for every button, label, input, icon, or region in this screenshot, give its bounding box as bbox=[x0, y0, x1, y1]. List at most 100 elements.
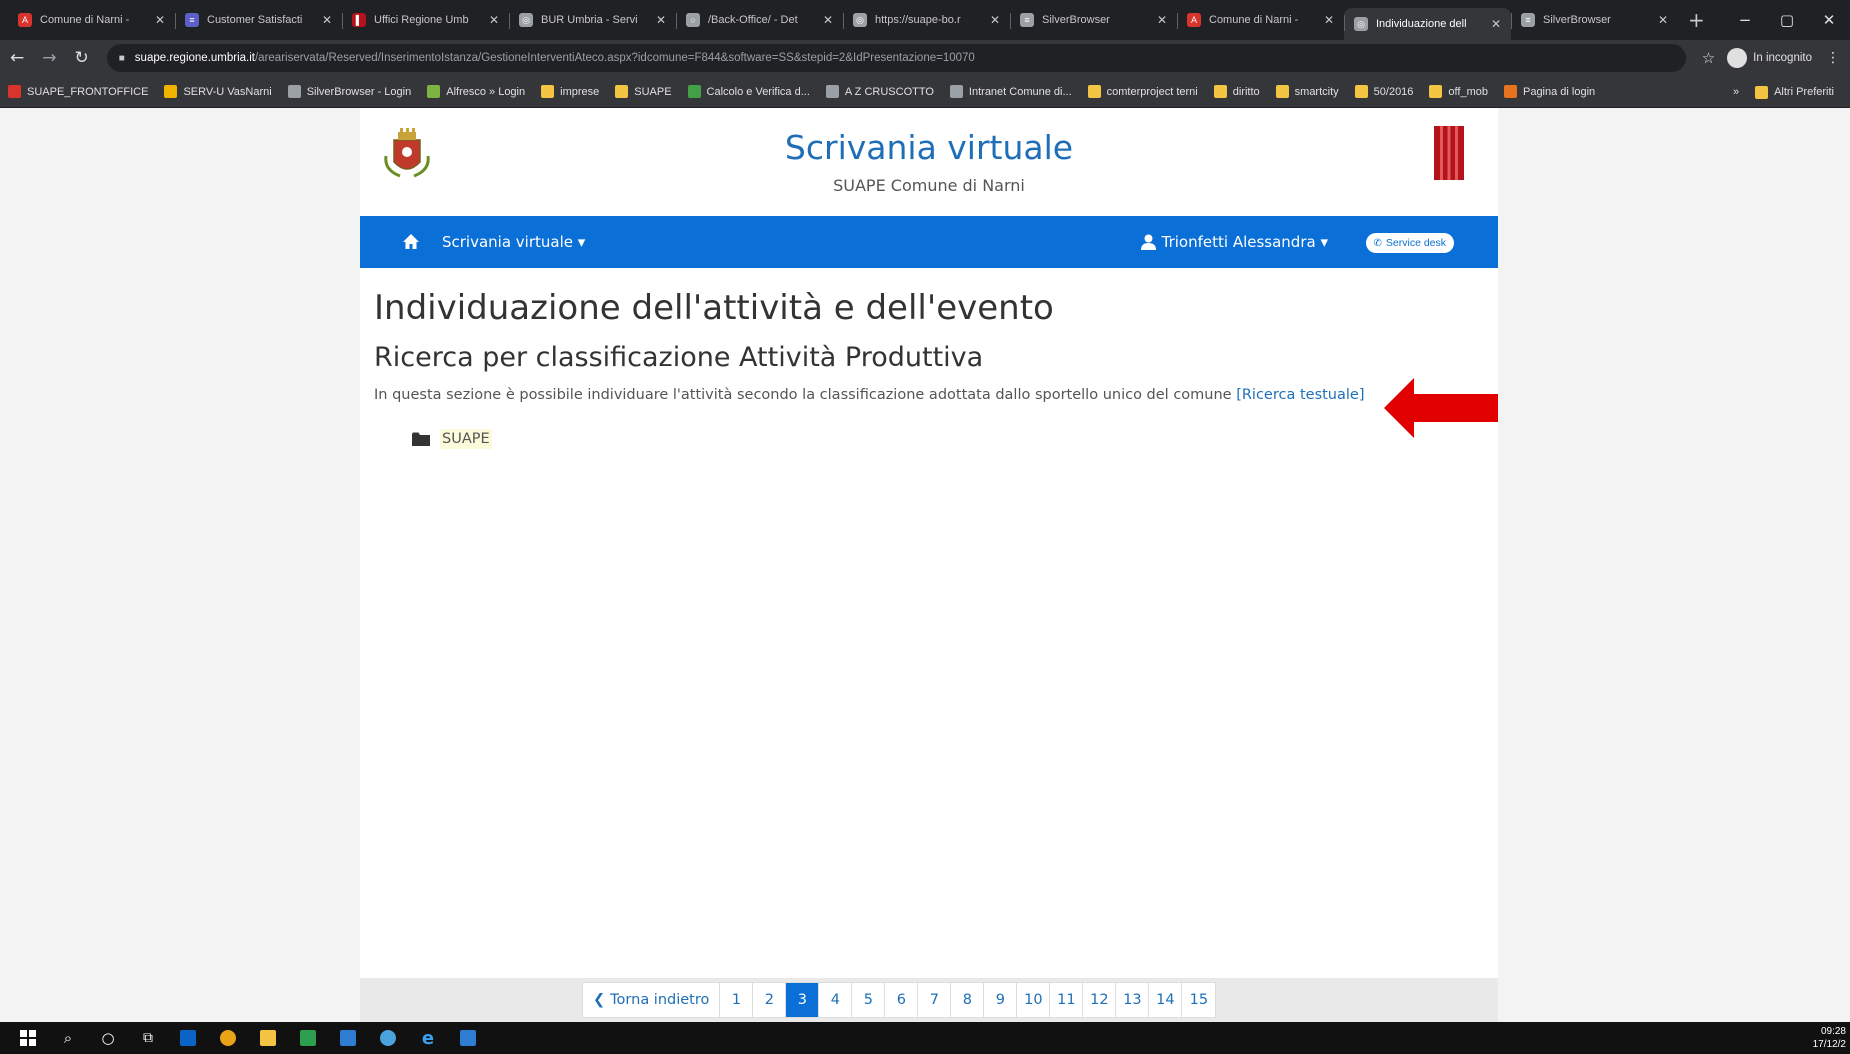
page-link-11[interactable]: 11 bbox=[1050, 983, 1084, 1017]
bookmarks-more-button[interactable]: » bbox=[1733, 86, 1739, 98]
region-logo-icon bbox=[1434, 126, 1464, 180]
tab-close-icon[interactable]: ✕ bbox=[1491, 17, 1501, 31]
outlook-icon[interactable] bbox=[168, 1022, 208, 1054]
bookmark-label: 50/2016 bbox=[1373, 85, 1414, 98]
reload-icon[interactable]: ↻ bbox=[75, 48, 89, 68]
page-link-9[interactable]: 9 bbox=[984, 983, 1018, 1017]
page-link-8[interactable]: 8 bbox=[951, 983, 985, 1017]
bookmark-label: A Z CRUSCOTTO bbox=[844, 85, 934, 98]
bookmark-list: SUAPE_FRONTOFFICE SERV-U VasNarni SilverBr… bbox=[8, 85, 1611, 98]
search-icon[interactable]: ⌕ bbox=[48, 1022, 88, 1054]
bookmark-item[interactable]: imprese bbox=[541, 85, 599, 98]
bookmark-item[interactable]: off_mob bbox=[1429, 85, 1488, 98]
spreadsheet-icon[interactable] bbox=[288, 1022, 328, 1054]
bookmark-item[interactable]: smartcity bbox=[1275, 85, 1339, 98]
service-desk-button[interactable]: ✆ Service desk bbox=[1365, 233, 1454, 253]
browser-tab[interactable]: ≡ Customer Satisfacti ✕ bbox=[175, 6, 342, 34]
browser-tab[interactable]: ◎ https://suape-bo.r ✕ bbox=[843, 6, 1010, 34]
browser-tab[interactable]: ≡ SilverBrowser ✕ bbox=[1511, 6, 1678, 34]
task-view-icon[interactable]: ⧉ bbox=[128, 1022, 168, 1054]
home-icon[interactable] bbox=[402, 233, 420, 251]
page-link-4[interactable]: 4 bbox=[819, 983, 853, 1017]
windows-taskbar: ⌕ ○ ⧉ e 09:28 17/12/2 bbox=[0, 1022, 1850, 1054]
bookmark-item[interactable]: Alfresco » Login bbox=[427, 85, 525, 98]
page-link-3[interactable]: 3 bbox=[786, 983, 820, 1017]
app-icon[interactable] bbox=[328, 1022, 368, 1054]
page-link-13[interactable]: 13 bbox=[1116, 983, 1150, 1017]
document-icon[interactable] bbox=[448, 1022, 488, 1054]
tab-close-icon[interactable]: ✕ bbox=[1658, 13, 1668, 27]
browser-tab[interactable]: ▌ Uffici Regione Umb ✕ bbox=[342, 6, 509, 34]
bookmark-item[interactable]: A Z CRUSCOTTO bbox=[825, 85, 934, 98]
bookmark-item[interactable]: SUAPE bbox=[615, 85, 672, 98]
page-link-10[interactable]: 10 bbox=[1017, 983, 1051, 1017]
browser-tab[interactable]: A Comune di Narni - ✕ bbox=[8, 6, 175, 34]
bookmark-item[interactable]: SUAPE_FRONTOFFICE bbox=[8, 85, 148, 98]
tree-node-suape[interactable]: SUAPE bbox=[440, 429, 492, 449]
url-input[interactable]: ■ suape.regione.umbria.it/areariservata/… bbox=[106, 44, 1686, 72]
minimize-icon[interactable]: − bbox=[1724, 11, 1766, 29]
tab-close-icon[interactable]: ✕ bbox=[1324, 13, 1334, 27]
bookmarks-bar: SUAPE_FRONTOFFICE SERV-U VasNarni SilverBr… bbox=[0, 76, 1850, 108]
browser-tab[interactable]: ◎ Individuazione dell ✕ bbox=[1344, 8, 1511, 40]
tab-close-icon[interactable]: ✕ bbox=[656, 13, 666, 27]
page-link-14[interactable]: 14 bbox=[1149, 983, 1183, 1017]
bookmark-item[interactable]: comterproject terni bbox=[1087, 85, 1198, 98]
tab-favicon-icon: A bbox=[18, 13, 32, 27]
new-tab-button[interactable]: + bbox=[1688, 8, 1705, 32]
incognito-icon bbox=[1727, 48, 1748, 68]
browser-tab-bar: A Comune di Narni - ✕ ≡ Customer Satisfacti ✕… bbox=[0, 0, 1850, 40]
back-arrow-icon[interactable]: ← bbox=[10, 48, 24, 68]
page-link-12[interactable]: 12 bbox=[1083, 983, 1117, 1017]
cortana-icon[interactable]: ○ bbox=[88, 1022, 128, 1054]
page-link-7[interactable]: 7 bbox=[918, 983, 952, 1017]
browser-menu-icon[interactable]: ⋮ bbox=[1826, 50, 1840, 66]
scrivania-virtuale-menu[interactable]: Scrivania virtuale ▾ bbox=[442, 233, 585, 251]
tab-title: Uffici Regione Umb bbox=[374, 14, 469, 26]
bookmark-favicon-icon bbox=[1354, 85, 1368, 98]
network-app-icon[interactable] bbox=[368, 1022, 408, 1054]
page-link-5[interactable]: 5 bbox=[852, 983, 886, 1017]
browser-tab[interactable]: ◎ BUR Umbria - Servi ✕ bbox=[509, 6, 676, 34]
chrome-icon[interactable] bbox=[208, 1022, 248, 1054]
file-explorer-icon[interactable] bbox=[248, 1022, 288, 1054]
other-bookmarks-folder[interactable]: Altri Preferiti bbox=[1755, 85, 1834, 99]
bookmark-item[interactable]: Intranet Comune di... bbox=[949, 85, 1072, 98]
maximize-icon[interactable]: ▢ bbox=[1766, 11, 1808, 29]
page-link-15[interactable]: 15 bbox=[1182, 983, 1215, 1017]
tab-favicon-icon: ◎ bbox=[853, 13, 867, 27]
bookmark-item[interactable]: Pagina di login bbox=[1503, 85, 1595, 98]
tab-close-icon[interactable]: ✕ bbox=[155, 13, 165, 27]
back-button[interactable]: ❮ Torna indietro bbox=[583, 983, 721, 1017]
user-menu[interactable]: Trionfetti Alessandra ▾ bbox=[1140, 216, 1328, 268]
bookmark-star-icon[interactable]: ☆ bbox=[1702, 49, 1715, 67]
browser-tab[interactable]: ○ /Back-Office/ - Det ✕ bbox=[676, 6, 843, 34]
incognito-badge[interactable]: In incognito bbox=[1727, 48, 1812, 68]
forward-arrow-icon[interactable]: → bbox=[42, 48, 56, 68]
bookmark-item[interactable]: SilverBrowser - Login bbox=[287, 85, 411, 98]
bookmark-item[interactable]: diritto bbox=[1213, 85, 1260, 98]
ricerca-testuale-link[interactable]: [Ricerca testuale] bbox=[1236, 387, 1364, 403]
bookmark-favicon-icon bbox=[1429, 85, 1443, 98]
bookmark-item[interactable]: SERV-U VasNarni bbox=[164, 85, 272, 98]
page-link-1[interactable]: 1 bbox=[720, 983, 754, 1017]
bookmark-favicon-icon bbox=[1503, 85, 1517, 98]
system-clock[interactable]: 09:28 17/12/2 bbox=[1813, 1025, 1846, 1051]
page-link-6[interactable]: 6 bbox=[885, 983, 919, 1017]
tab-close-icon[interactable]: ✕ bbox=[990, 13, 1000, 27]
bookmark-label: SUAPE_FRONTOFFICE bbox=[27, 85, 149, 98]
tab-close-icon[interactable]: ✕ bbox=[322, 13, 332, 27]
page-title: Individuazione dell'attività e dell'even… bbox=[374, 288, 1054, 328]
page-link-2[interactable]: 2 bbox=[753, 983, 787, 1017]
windows-start-icon[interactable] bbox=[8, 1022, 48, 1054]
bookmark-item[interactable]: 50/2016 bbox=[1354, 85, 1414, 98]
tab-close-icon[interactable]: ✕ bbox=[489, 13, 499, 27]
tab-close-icon[interactable]: ✕ bbox=[1157, 13, 1167, 27]
tab-close-icon[interactable]: ✕ bbox=[823, 13, 833, 27]
internet-explorer-icon[interactable]: e bbox=[408, 1022, 448, 1054]
close-window-icon[interactable]: ✕ bbox=[1808, 11, 1850, 29]
service-desk-label: Service desk bbox=[1385, 237, 1446, 249]
browser-tab[interactable]: A Comune di Narni - ✕ bbox=[1177, 6, 1344, 34]
browser-tab[interactable]: ≡ SilverBrowser ✕ bbox=[1010, 6, 1177, 34]
bookmark-item[interactable]: Calcolo e Verifica d... bbox=[687, 85, 810, 98]
